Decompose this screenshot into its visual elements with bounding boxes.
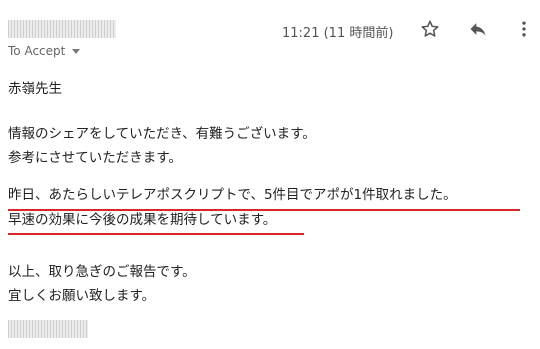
recipients-label: To Accept xyxy=(8,44,66,58)
greeting-text: 赤嶺先生 xyxy=(8,81,62,97)
closing-text-2: 宜しくお願い致します。 xyxy=(8,288,156,304)
reference-text: 参考にさせていただきます。 xyxy=(8,150,182,166)
expectation-text: 早速の効果に今後の成果を期待しています。 xyxy=(8,212,277,228)
thanks-text: 情報のシェアをしていただき、有難うございます。 xyxy=(8,126,316,142)
recipients-toggle[interactable]: To Accept xyxy=(8,44,81,58)
more-vertical-icon[interactable] xyxy=(512,17,536,41)
sender-name-redacted xyxy=(8,20,116,38)
chevron-down-icon xyxy=(72,49,81,54)
closing-text-1: 以上、取り急ぎのご報告です。 xyxy=(8,264,196,280)
star-icon[interactable] xyxy=(418,17,442,41)
signature-redacted xyxy=(8,320,88,338)
result-text: 昨日、あたらしいテレアポスクリプトで、5件目でアポが1件取れました。 xyxy=(8,187,457,203)
message-timestamp: 11:21 (11 時間前) xyxy=(282,26,394,41)
reply-icon[interactable] xyxy=(466,17,490,41)
expectation-underline xyxy=(8,233,304,235)
